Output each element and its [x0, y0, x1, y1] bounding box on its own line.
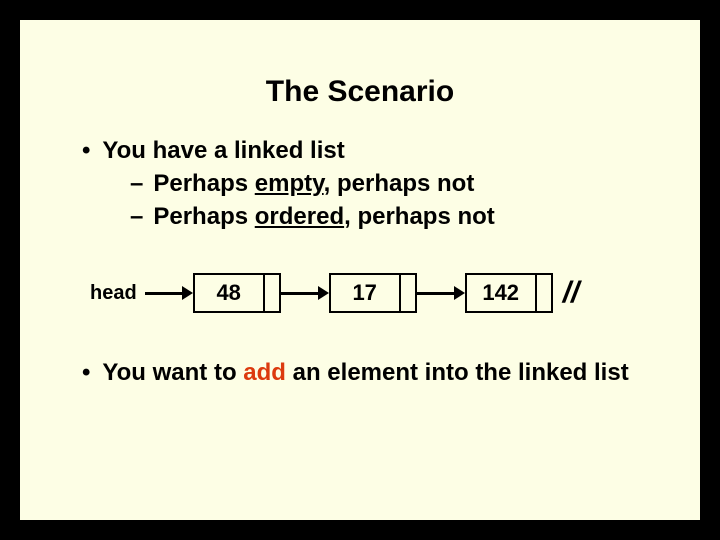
node-pointer: [537, 275, 551, 311]
highlight-text: add: [243, 359, 286, 386]
node-value: 48: [195, 275, 265, 311]
bullet-item: • You have a linked list: [82, 137, 660, 166]
slide: The Scenario • You have a linked list – …: [18, 18, 702, 522]
text-fragment: Perhaps: [153, 203, 254, 230]
slide-title: The Scenario: [60, 75, 660, 109]
bullet-subitem: – Perhaps empty, perhaps not: [130, 170, 660, 199]
list-node: 48: [193, 273, 281, 313]
text-fragment: Perhaps: [153, 170, 254, 197]
text-fragment: an element into the linked list: [286, 359, 629, 386]
bullet-item: • You want to add an element into the li…: [82, 359, 660, 388]
bullet-dash: –: [130, 170, 143, 199]
linked-list-diagram: head 48 17 142 //: [90, 273, 660, 313]
bullet-text: Perhaps empty, perhaps not: [153, 170, 474, 198]
bullet-text: You want to add an element into the link…: [102, 359, 628, 387]
node-pointer: [265, 275, 279, 311]
node-value: 142: [467, 275, 537, 311]
arrow-icon: [145, 283, 193, 303]
bullet-text: Perhaps ordered, perhaps not: [153, 203, 494, 231]
bullet-text: You have a linked list: [102, 137, 344, 165]
list-node: 142: [465, 273, 553, 313]
node-value: 17: [331, 275, 401, 311]
text-fragment: , perhaps not: [344, 203, 495, 230]
bullet-dot: •: [82, 359, 90, 388]
underlined-text: empty: [255, 170, 324, 197]
underlined-text: ordered: [255, 203, 344, 230]
text-fragment: , perhaps not: [324, 170, 475, 197]
arrow-icon: [417, 283, 465, 303]
list-node: 17: [329, 273, 417, 313]
slide-content: • You have a linked list – Perhaps empty…: [60, 137, 660, 388]
head-label: head: [90, 282, 137, 305]
node-pointer: [401, 275, 415, 311]
bullet-dot: •: [82, 137, 90, 166]
bullet-dash: –: [130, 203, 143, 232]
bullet-subitem: – Perhaps ordered, perhaps not: [130, 203, 660, 232]
text-fragment: You want to: [102, 359, 243, 386]
null-terminator: //: [563, 276, 580, 310]
arrow-icon: [281, 283, 329, 303]
